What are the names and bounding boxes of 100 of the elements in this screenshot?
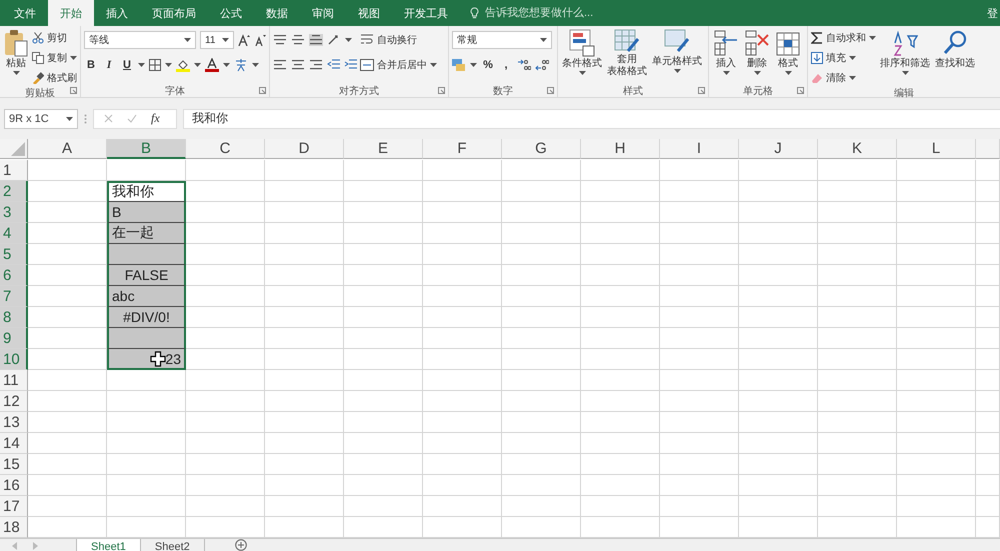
empty-cell[interactable]	[107, 475, 186, 496]
empty-cell[interactable]	[423, 475, 502, 496]
empty-cell[interactable]	[186, 496, 265, 517]
empty-cell[interactable]	[976, 286, 1000, 307]
sign-in-link[interactable]: 登	[987, 6, 1000, 20]
row-header[interactable]: 13	[0, 412, 28, 433]
empty-cell[interactable]	[660, 454, 739, 475]
empty-cell[interactable]	[502, 433, 581, 454]
empty-cell[interactable]	[502, 328, 581, 349]
empty-cell[interactable]	[344, 202, 423, 223]
empty-cell[interactable]	[660, 391, 739, 412]
empty-cell[interactable]	[897, 433, 976, 454]
row-header[interactable]: 6	[0, 265, 28, 286]
empty-cell[interactable]	[344, 307, 423, 328]
row-header[interactable]: 15	[0, 454, 28, 475]
empty-cell[interactable]	[265, 265, 344, 286]
empty-cell[interactable]	[265, 412, 344, 433]
row-header[interactable]: 10	[0, 349, 28, 370]
empty-cell[interactable]	[897, 244, 976, 265]
column-header[interactable]: A	[28, 139, 107, 159]
ribbon-tab[interactable]: 公式	[208, 0, 254, 26]
selected-cell[interactable]	[107, 328, 186, 349]
empty-cell[interactable]	[818, 328, 897, 349]
ribbon-tab[interactable]: 页面布局	[140, 0, 208, 26]
column-header[interactable]: L	[897, 139, 976, 159]
empty-cell[interactable]	[502, 181, 581, 202]
empty-cell[interactable]	[897, 307, 976, 328]
empty-cell[interactable]	[581, 328, 660, 349]
empty-cell[interactable]	[660, 475, 739, 496]
sheet-tab[interactable]: Sheet2	[140, 539, 205, 551]
empty-cell[interactable]	[344, 181, 423, 202]
empty-cell[interactable]	[265, 391, 344, 412]
empty-cell[interactable]	[502, 286, 581, 307]
empty-cell[interactable]	[186, 160, 265, 181]
empty-cell[interactable]	[502, 370, 581, 391]
column-header[interactable]: E	[344, 139, 423, 159]
cell-styles-button[interactable]: 单元格样式	[651, 29, 703, 84]
empty-cell[interactable]	[818, 496, 897, 517]
empty-cell[interactable]	[265, 244, 344, 265]
empty-cell[interactable]	[660, 349, 739, 370]
empty-cell[interactable]	[739, 370, 818, 391]
selected-cell[interactable]	[107, 244, 186, 265]
ribbon-tab[interactable]: 插入	[94, 0, 140, 26]
empty-cell[interactable]	[739, 223, 818, 244]
format-cells-button[interactable]: 格式	[774, 29, 802, 84]
empty-cell[interactable]	[186, 475, 265, 496]
empty-cell[interactable]	[660, 328, 739, 349]
empty-cell[interactable]	[265, 475, 344, 496]
empty-cell[interactable]	[739, 265, 818, 286]
empty-cell[interactable]	[265, 181, 344, 202]
empty-cell[interactable]	[581, 160, 660, 181]
empty-cell[interactable]	[502, 349, 581, 370]
empty-cell[interactable]	[976, 349, 1000, 370]
empty-cell[interactable]	[976, 265, 1000, 286]
empty-cell[interactable]	[660, 496, 739, 517]
empty-cell[interactable]	[976, 223, 1000, 244]
empty-cell[interactable]	[660, 370, 739, 391]
empty-cell[interactable]	[581, 370, 660, 391]
empty-cell[interactable]	[186, 454, 265, 475]
empty-cell[interactable]	[423, 349, 502, 370]
row-header[interactable]: 12	[0, 391, 28, 412]
empty-cell[interactable]	[502, 496, 581, 517]
cell[interactable]: abc	[107, 286, 186, 307]
empty-cell[interactable]	[265, 496, 344, 517]
empty-cell[interactable]	[107, 496, 186, 517]
empty-cell[interactable]	[897, 181, 976, 202]
empty-cell[interactable]	[660, 265, 739, 286]
empty-cell[interactable]	[897, 412, 976, 433]
empty-cell[interactable]	[344, 370, 423, 391]
empty-cell[interactable]	[739, 328, 818, 349]
empty-cell[interactable]	[265, 328, 344, 349]
empty-cell[interactable]	[739, 181, 818, 202]
empty-cell[interactable]	[818, 391, 897, 412]
empty-cell[interactable]	[581, 349, 660, 370]
row-header[interactable]: 16	[0, 475, 28, 496]
cell[interactable]: FALSE	[107, 265, 186, 286]
row-header[interactable]: 5	[0, 244, 28, 265]
empty-cell[interactable]	[423, 265, 502, 286]
cell[interactable]: 23	[107, 349, 186, 370]
empty-cell[interactable]	[265, 370, 344, 391]
empty-cell[interactable]	[976, 328, 1000, 349]
empty-cell[interactable]	[423, 223, 502, 244]
row-header[interactable]: 8	[0, 307, 28, 328]
empty-cell[interactable]	[265, 286, 344, 307]
row-header[interactable]: 9	[0, 328, 28, 349]
empty-cell[interactable]	[739, 475, 818, 496]
empty-cell[interactable]	[897, 370, 976, 391]
empty-cell[interactable]	[186, 391, 265, 412]
format-painter-button[interactable]: 格式刷	[32, 69, 77, 86]
empty-cell[interactable]	[976, 202, 1000, 223]
empty-cell[interactable]	[423, 181, 502, 202]
empty-cell[interactable]	[344, 265, 423, 286]
empty-cell[interactable]	[897, 286, 976, 307]
empty-cell[interactable]	[423, 286, 502, 307]
row-header[interactable]: 7	[0, 286, 28, 307]
format-as-table-button[interactable]: 套用 表格格式	[606, 29, 648, 84]
empty-cell[interactable]	[502, 475, 581, 496]
column-header[interactable]: B	[107, 139, 186, 159]
wrap-text-button[interactable]: 自动换行	[360, 29, 437, 51]
ribbon-tab[interactable]: 数据	[254, 0, 300, 26]
